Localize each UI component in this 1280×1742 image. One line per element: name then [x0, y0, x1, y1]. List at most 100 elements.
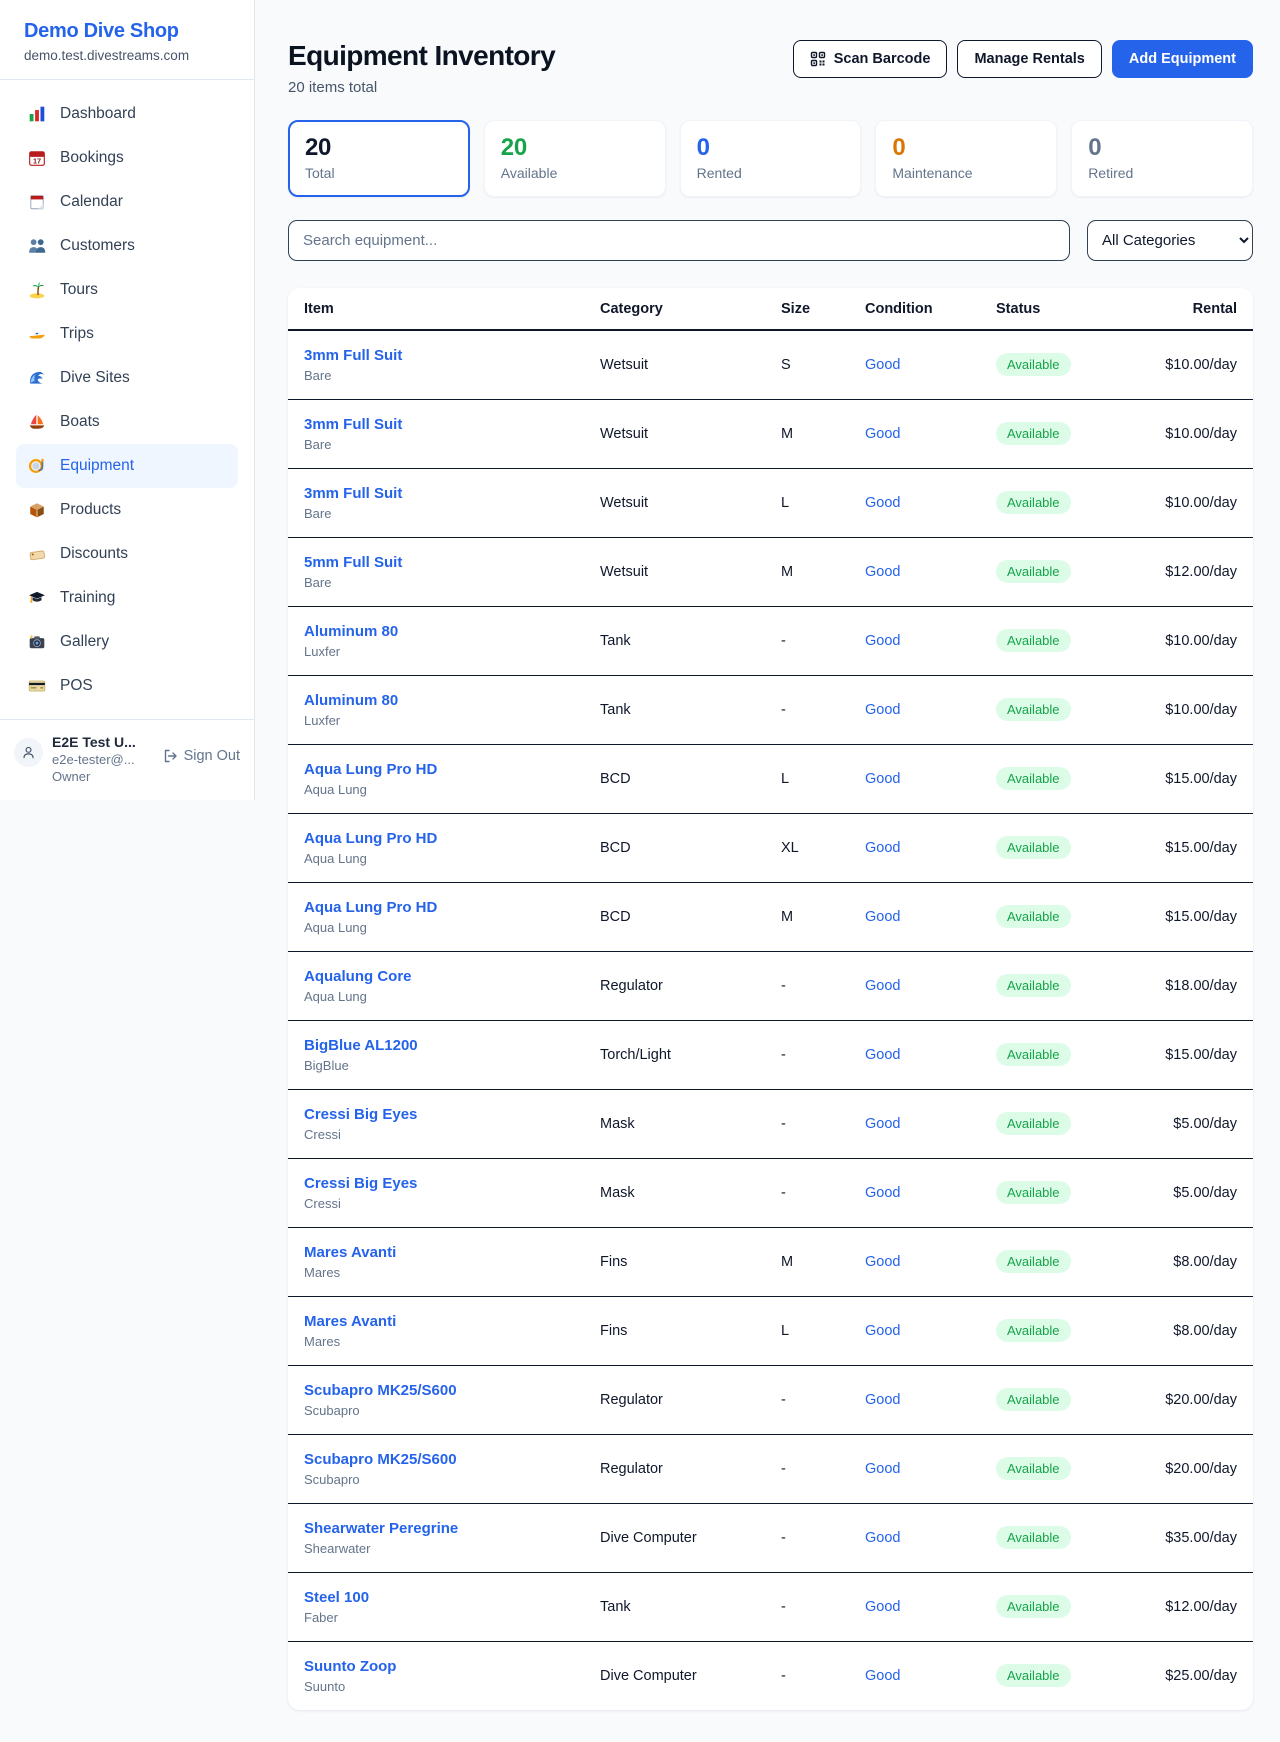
rental-cell: $10.00/day [1138, 606, 1253, 675]
item-name-link[interactable]: Suunto Zoop [304, 1658, 568, 1675]
avatar [14, 738, 43, 767]
sidebar-item-label: Dashboard [60, 105, 136, 123]
item-name-link[interactable]: Aluminum 80 [304, 623, 568, 640]
item-name-link[interactable]: Shearwater Peregrine [304, 1520, 568, 1537]
item-name-link[interactable]: Aluminum 80 [304, 692, 568, 709]
condition-link[interactable]: Good [865, 633, 900, 649]
condition-link[interactable]: Good [865, 426, 900, 442]
item-name-link[interactable]: 5mm Full Suit [304, 554, 568, 571]
equipment-table-card: Item Category Size Condition Status Rent… [288, 288, 1253, 1710]
status-cell: Available [980, 468, 1138, 537]
sidebar-item-customers[interactable]: Customers [16, 224, 238, 268]
add-equipment-button[interactable]: Add Equipment [1112, 40, 1253, 78]
item-brand: Cressi [304, 1196, 568, 1211]
item-name-link[interactable]: 3mm Full Suit [304, 485, 568, 502]
speedboat-icon [28, 325, 46, 343]
item-name-link[interactable]: 3mm Full Suit [304, 347, 568, 364]
item-name-link[interactable]: Aqua Lung Pro HD [304, 830, 568, 847]
manage-rentals-button[interactable]: Manage Rentals [957, 40, 1101, 78]
item-name-link[interactable]: 3mm Full Suit [304, 416, 568, 433]
sidebar-item-tours[interactable]: Tours [16, 268, 238, 312]
condition-link[interactable]: Good [865, 564, 900, 580]
size-cell: M [765, 399, 849, 468]
sidebar-item-trips[interactable]: Trips [16, 312, 238, 356]
item-name-link[interactable]: Scubapro MK25/S600 [304, 1382, 568, 1399]
rental-cell: $15.00/day [1138, 882, 1253, 951]
condition-link[interactable]: Good [865, 1116, 900, 1132]
condition-cell: Good [849, 399, 980, 468]
search-input[interactable] [288, 220, 1070, 261]
condition-link[interactable]: Good [865, 357, 900, 373]
item-cell: Steel 100 Faber [288, 1572, 584, 1641]
condition-link[interactable]: Good [865, 1599, 900, 1615]
condition-link[interactable]: Good [865, 495, 900, 511]
condition-cell: Good [849, 1020, 980, 1089]
condition-link[interactable]: Good [865, 840, 900, 856]
status-cell: Available [980, 1227, 1138, 1296]
stat-card-available[interactable]: 20 Available [484, 120, 666, 197]
category-select[interactable]: All Categories [1087, 220, 1253, 261]
condition-link[interactable]: Good [865, 1047, 900, 1063]
item-name-link[interactable]: Aqua Lung Pro HD [304, 899, 568, 916]
rental-cell: $5.00/day [1138, 1158, 1253, 1227]
table-row: Aqua Lung Pro HD Aqua Lung BCD M Good Av… [288, 882, 1253, 951]
condition-link[interactable]: Good [865, 1530, 900, 1546]
sidebar-item-gallery[interactable]: Gallery [16, 620, 238, 664]
sidebar-item-pos[interactable]: POS [16, 664, 238, 708]
item-name-link[interactable]: Cressi Big Eyes [304, 1175, 568, 1192]
stat-card-total[interactable]: 20 Total [288, 120, 470, 197]
rental-cell: $25.00/day [1138, 1641, 1253, 1710]
condition-link[interactable]: Good [865, 1323, 900, 1339]
sidebar-item-training[interactable]: Training [16, 576, 238, 620]
item-name-link[interactable]: Mares Avanti [304, 1244, 568, 1261]
condition-cell: Good [849, 951, 980, 1020]
condition-link[interactable]: Good [865, 978, 900, 994]
item-name-link[interactable]: Mares Avanti [304, 1313, 568, 1330]
sidebar-item-discounts[interactable]: Discounts [16, 532, 238, 576]
status-badge: Available [996, 629, 1071, 652]
sidebar-item-dive-sites[interactable]: Dive Sites [16, 356, 238, 400]
condition-link[interactable]: Good [865, 702, 900, 718]
stat-card-rented[interactable]: 0 Rented [680, 120, 862, 197]
condition-link[interactable]: Good [865, 771, 900, 787]
sidebar-item-equipment[interactable]: Equipment [16, 444, 238, 488]
condition-link[interactable]: Good [865, 909, 900, 925]
sidebar-item-bookings[interactable]: 17 Bookings [16, 136, 238, 180]
table-row: Mares Avanti Mares Fins L Good Available… [288, 1296, 1253, 1365]
condition-cell: Good [849, 1227, 980, 1296]
item-name-link[interactable]: Steel 100 [304, 1589, 568, 1606]
sidebar-item-dashboard[interactable]: Dashboard [16, 92, 238, 136]
condition-link[interactable]: Good [865, 1254, 900, 1270]
condition-link[interactable]: Good [865, 1461, 900, 1477]
stat-card-maintenance[interactable]: 0 Maintenance [875, 120, 1057, 197]
item-name-link[interactable]: Aqua Lung Pro HD [304, 761, 568, 778]
condition-cell: Good [849, 1296, 980, 1365]
item-name-link[interactable]: BigBlue AL1200 [304, 1037, 568, 1054]
page-title: Equipment Inventory [288, 40, 555, 72]
scan-barcode-label: Scan Barcode [834, 51, 931, 67]
condition-cell: Good [849, 813, 980, 882]
item-cell: Suunto Zoop Suunto [288, 1641, 584, 1710]
sidebar-item-calendar[interactable]: Calendar [16, 180, 238, 224]
condition-link[interactable]: Good [865, 1392, 900, 1408]
stat-card-retired[interactable]: 0 Retired [1071, 120, 1253, 197]
item-name-link[interactable]: Scubapro MK25/S600 [304, 1451, 568, 1468]
category-cell: Tank [584, 1572, 765, 1641]
status-badge: Available [996, 1319, 1071, 1342]
scan-barcode-button[interactable]: Scan Barcode [793, 40, 948, 78]
item-name-link[interactable]: Cressi Big Eyes [304, 1106, 568, 1123]
status-cell: Available [980, 330, 1138, 399]
status-cell: Available [980, 744, 1138, 813]
rental-cell: $15.00/day [1138, 1020, 1253, 1089]
item-name-link[interactable]: Aqualung Core [304, 968, 568, 985]
sidebar-item-label: Training [60, 589, 115, 607]
sign-out-button[interactable]: Sign Out [162, 748, 240, 764]
sidebar-item-products[interactable]: Products [16, 488, 238, 532]
stat-value: 20 [501, 134, 649, 162]
status-badge: Available [996, 1664, 1071, 1687]
stat-label: Total [305, 165, 453, 181]
condition-link[interactable]: Good [865, 1668, 900, 1684]
condition-link[interactable]: Good [865, 1185, 900, 1201]
svg-text:17: 17 [33, 157, 41, 166]
sidebar-item-boats[interactable]: Boats [16, 400, 238, 444]
